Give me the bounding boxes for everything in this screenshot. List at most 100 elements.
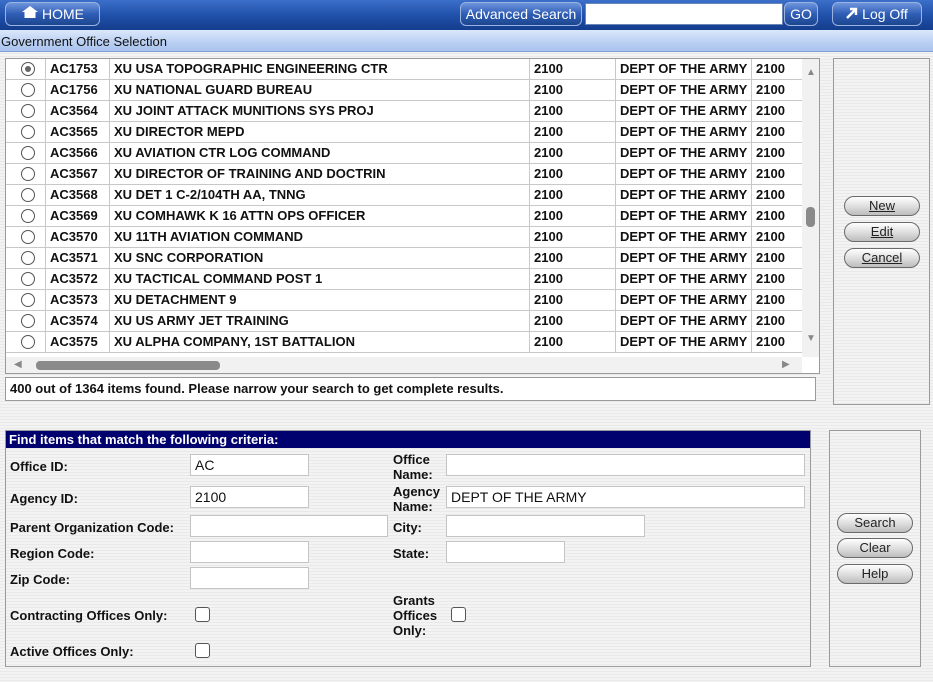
row-agency-code: 2100: [751, 59, 802, 80]
agency-name-label-line1: Agency: [393, 484, 440, 499]
zip-code-label: Zip Code:: [10, 572, 70, 587]
office-id-field[interactable]: AC: [190, 454, 309, 476]
active-offices-checkbox[interactable]: [195, 643, 210, 658]
logoff-button[interactable]: Log Off: [832, 2, 922, 26]
table-row[interactable]: AC3571 XU SNC CORPORATION 2100 DEPT OF THE …: [6, 248, 802, 269]
row-select-radio[interactable]: [21, 167, 35, 181]
row-agency-name: DEPT OF THE ARMY: [615, 143, 751, 164]
row-agency-name: DEPT OF THE ARMY: [615, 185, 751, 206]
row-office-name: XU COMHAWK K 16 ATTN OPS OFFICER: [109, 206, 529, 227]
row-agency-name: DEPT OF THE ARMY: [615, 164, 751, 185]
home-button[interactable]: HOME: [5, 2, 100, 26]
scroll-down-icon[interactable]: ▼: [806, 333, 816, 344]
horizontal-scroll-thumb[interactable]: [36, 361, 220, 370]
table-row[interactable]: AC3564 XU JOINT ATTACK MUNITIONS SYS PROJ…: [6, 101, 802, 122]
office-name-label-line1: Office: [393, 452, 430, 467]
edit-button[interactable]: Edit: [844, 222, 920, 242]
state-field[interactable]: [446, 541, 565, 563]
grants-label-line2: Offices: [393, 608, 438, 623]
row-office-name: XU 11TH AVIATION COMMAND: [109, 227, 529, 248]
row-select-radio[interactable]: [21, 146, 35, 160]
results-message: 400 out of 1364 items found. Please narr…: [5, 377, 816, 401]
region-code-field[interactable]: [190, 541, 309, 563]
row-select-radio[interactable]: [21, 62, 35, 76]
row-select-radio[interactable]: [21, 209, 35, 223]
row-office-name: XU TACTICAL COMMAND POST 1: [109, 269, 529, 290]
table-row[interactable]: AC3569 XU COMHAWK K 16 ATTN OPS OFFICER 21…: [6, 206, 802, 227]
vertical-scroll-thumb[interactable]: [806, 207, 815, 227]
grants-offices-checkbox[interactable]: [451, 607, 466, 622]
table-row[interactable]: AC3574 XU US ARMY JET TRAINING 2100 DEPT OF…: [6, 311, 802, 332]
cancel-button[interactable]: Cancel: [844, 248, 920, 268]
row-select-radio[interactable]: [21, 230, 35, 244]
row-agency-name: DEPT OF THE ARMY: [615, 332, 751, 353]
go-button[interactable]: GO: [784, 2, 818, 26]
row-select-radio[interactable]: [21, 272, 35, 286]
scroll-left-icon[interactable]: ◀: [14, 359, 22, 370]
row-agency-name: DEPT OF THE ARMY: [615, 122, 751, 143]
row-agency-id: 2100: [529, 143, 619, 164]
table-row[interactable]: AC3570 XU 11TH AVIATION COMMAND 2100 DEPT O…: [6, 227, 802, 248]
row-select-radio[interactable]: [21, 83, 35, 97]
row-agency-code: 2100: [751, 122, 802, 143]
row-office-name: XU ALPHA COMPANY, 1ST BATTALION: [109, 332, 529, 353]
criteria-actions-panel: Search Clear Help: [829, 430, 921, 667]
row-select-radio[interactable]: [21, 125, 35, 139]
search-input[interactable]: [585, 3, 783, 25]
table-row[interactable]: AC3572 XU TACTICAL COMMAND POST 1 2100 DEPT…: [6, 269, 802, 290]
row-agency-name: DEPT OF THE ARMY: [615, 311, 751, 332]
row-agency-code: 2100: [751, 185, 802, 206]
zip-code-field[interactable]: [190, 567, 309, 589]
table-row[interactable]: AC1756 XU NATIONAL GUARD BUREAU 2100 DEPT O…: [6, 80, 802, 101]
office-name-field[interactable]: [446, 454, 805, 476]
advanced-search-button[interactable]: Advanced Search: [460, 2, 582, 26]
parent-org-field[interactable]: [190, 515, 388, 537]
new-button[interactable]: New: [844, 196, 920, 216]
contracting-offices-checkbox[interactable]: [195, 607, 210, 622]
table-row[interactable]: AC3565 XU DIRECTOR MEPD 2100 DEPT OF THE AR…: [6, 122, 802, 143]
search-label: Search: [854, 515, 896, 530]
row-agency-name: DEPT OF THE ARMY: [615, 206, 751, 227]
row-select-radio[interactable]: [21, 104, 35, 118]
new-label: New: [868, 198, 895, 213]
agency-id-field[interactable]: 2100: [190, 486, 309, 508]
scroll-up-icon[interactable]: ▲: [806, 67, 816, 78]
office-name-label: Office Name:: [393, 452, 433, 482]
row-office-id: AC3568: [45, 185, 109, 206]
table-row[interactable]: AC3567 XU DIRECTOR OF TRAINING AND DOCTRI…: [6, 164, 802, 185]
search-button[interactable]: Search: [837, 513, 913, 533]
table-row[interactable]: AC3566 XU AVIATION CTR LOG COMMAND 2100 DEP…: [6, 143, 802, 164]
row-agency-code: 2100: [751, 332, 802, 353]
row-select-radio[interactable]: [21, 293, 35, 307]
vertical-scrollbar[interactable]: ▲ ▼: [802, 59, 819, 357]
table-row[interactable]: AC3573 XU DETACHMENT 9 2100 DEPT OF THE ARM…: [6, 290, 802, 311]
state-label: State:: [393, 546, 430, 561]
table-row[interactable]: AC3568 XU DET 1 C-2/104TH AA, TNNG 2100 DEP…: [6, 185, 802, 206]
row-select-radio[interactable]: [21, 188, 35, 202]
row-office-id: AC3575: [45, 332, 109, 353]
row-office-name: XU DIRECTOR MEPD: [109, 122, 529, 143]
city-field[interactable]: [446, 515, 645, 537]
row-agency-code: 2100: [751, 143, 802, 164]
scroll-right-icon[interactable]: ▶: [782, 359, 790, 370]
row-select-radio[interactable]: [21, 314, 35, 328]
table-row[interactable]: AC3575 XU ALPHA COMPANY, 1ST BATTALION 210…: [6, 332, 802, 353]
logoff-label: Log Off: [862, 6, 908, 22]
row-agency-code: 2100: [751, 269, 802, 290]
home-label: HOME: [42, 6, 84, 22]
row-agency-name: DEPT OF THE ARMY: [615, 290, 751, 311]
row-agency-id: 2100: [529, 164, 619, 185]
house-icon: [21, 3, 39, 25]
clear-button[interactable]: Clear: [837, 538, 913, 558]
horizontal-scrollbar[interactable]: ◀ ▶: [6, 357, 802, 373]
row-select-radio[interactable]: [21, 251, 35, 265]
row-office-name: XU DET 1 C-2/104TH AA, TNNG: [109, 185, 529, 206]
help-button[interactable]: Help: [837, 564, 913, 584]
row-office-id: AC3571: [45, 248, 109, 269]
table-row[interactable]: AC1753 XU USA TOPOGRAPHIC ENGINEERING CTR…: [6, 59, 802, 80]
row-select-radio[interactable]: [21, 335, 35, 349]
row-agency-name: DEPT OF THE ARMY: [615, 269, 751, 290]
agency-name-field[interactable]: DEPT OF THE ARMY: [446, 486, 805, 508]
contracting-offices-label: Contracting Offices Only:: [10, 608, 168, 623]
parent-org-label: Parent Organization Code:: [10, 520, 174, 535]
